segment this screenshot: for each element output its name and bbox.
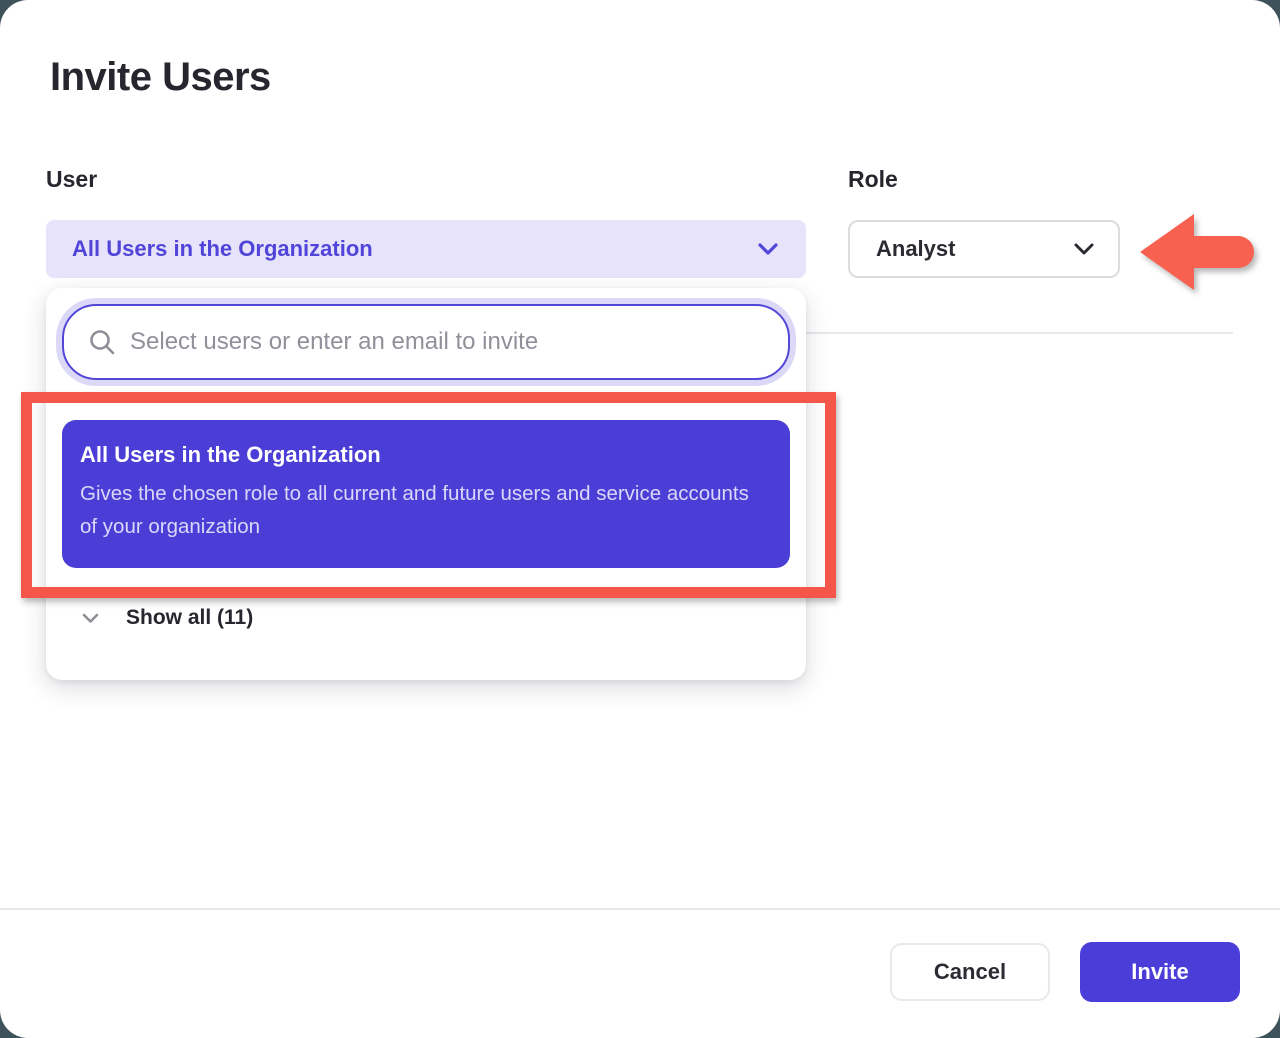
cancel-button[interactable]: Cancel — [890, 943, 1050, 1001]
chevron-down-icon — [82, 613, 99, 624]
role-select[interactable]: Analyst — [848, 220, 1120, 278]
option-title: All Users in the Organization — [80, 442, 760, 468]
user-field-label: User — [46, 166, 97, 193]
user-select-value: All Users in the Organization — [72, 236, 373, 262]
user-dropdown-panel: All Users in the Organization Gives the … — [46, 288, 806, 680]
invite-users-modal: Invite Users User All Users in the Organ… — [0, 0, 1280, 1038]
user-select[interactable]: All Users in the Organization — [46, 220, 806, 278]
footer-divider — [0, 908, 1280, 910]
page-title: Invite Users — [50, 55, 271, 100]
chevron-down-icon — [758, 243, 778, 255]
invite-button[interactable]: Invite — [1080, 942, 1240, 1002]
annotation-arrow-icon — [1138, 210, 1256, 299]
option-description: Gives the chosen role to all current and… — [80, 477, 760, 543]
option-all-users[interactable]: All Users in the Organization Gives the … — [62, 420, 790, 568]
role-field-label: Role — [848, 166, 898, 193]
show-all-label: Show all (11) — [126, 606, 253, 630]
chevron-down-icon — [1074, 243, 1094, 255]
show-all-toggle[interactable]: Show all (11) — [82, 606, 253, 630]
role-select-value: Analyst — [876, 236, 955, 262]
search-icon — [88, 328, 116, 356]
user-search-container — [62, 304, 790, 380]
user-search-input[interactable] — [130, 328, 766, 356]
form-divider — [806, 332, 1233, 334]
